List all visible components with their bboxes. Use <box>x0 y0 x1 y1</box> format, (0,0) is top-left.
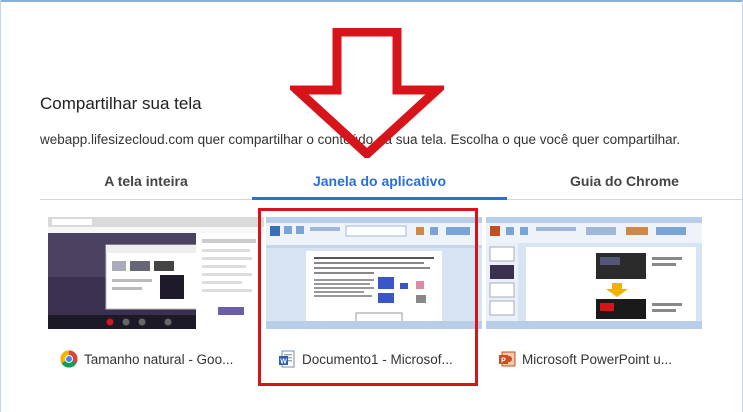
tab-chrome-tab[interactable]: Guia do Chrome <box>507 168 742 198</box>
tab-application-window[interactable]: Janela do aplicativo <box>252 168 507 200</box>
source-title: Microsoft PowerPoint u... <box>522 351 673 367</box>
window-left-border <box>0 0 1 412</box>
source-item-chrome[interactable]: Tamanho natural - Goo... <box>46 212 264 382</box>
tab-bar: A tela inteira Janela do aplicativo Guia… <box>40 168 742 200</box>
chrome-icon <box>60 350 78 368</box>
down-arrow-annotation <box>290 28 444 158</box>
powerpoint-icon: P <box>498 350 516 368</box>
source-item-powerpoint[interactable]: P Microsoft PowerPoint u... <box>484 212 702 382</box>
source-thumbnail-chrome <box>48 217 264 329</box>
source-title: Tamanho natural - Goo... <box>84 351 234 367</box>
highlight-box-annotation <box>258 208 478 386</box>
window-top-border <box>0 0 743 2</box>
tab-entire-screen[interactable]: A tela inteira <box>40 168 252 198</box>
svg-text:P: P <box>501 358 506 365</box>
source-thumbnail-powerpoint <box>486 217 702 329</box>
dialog-title: Compartilhar sua tela <box>40 94 202 113</box>
